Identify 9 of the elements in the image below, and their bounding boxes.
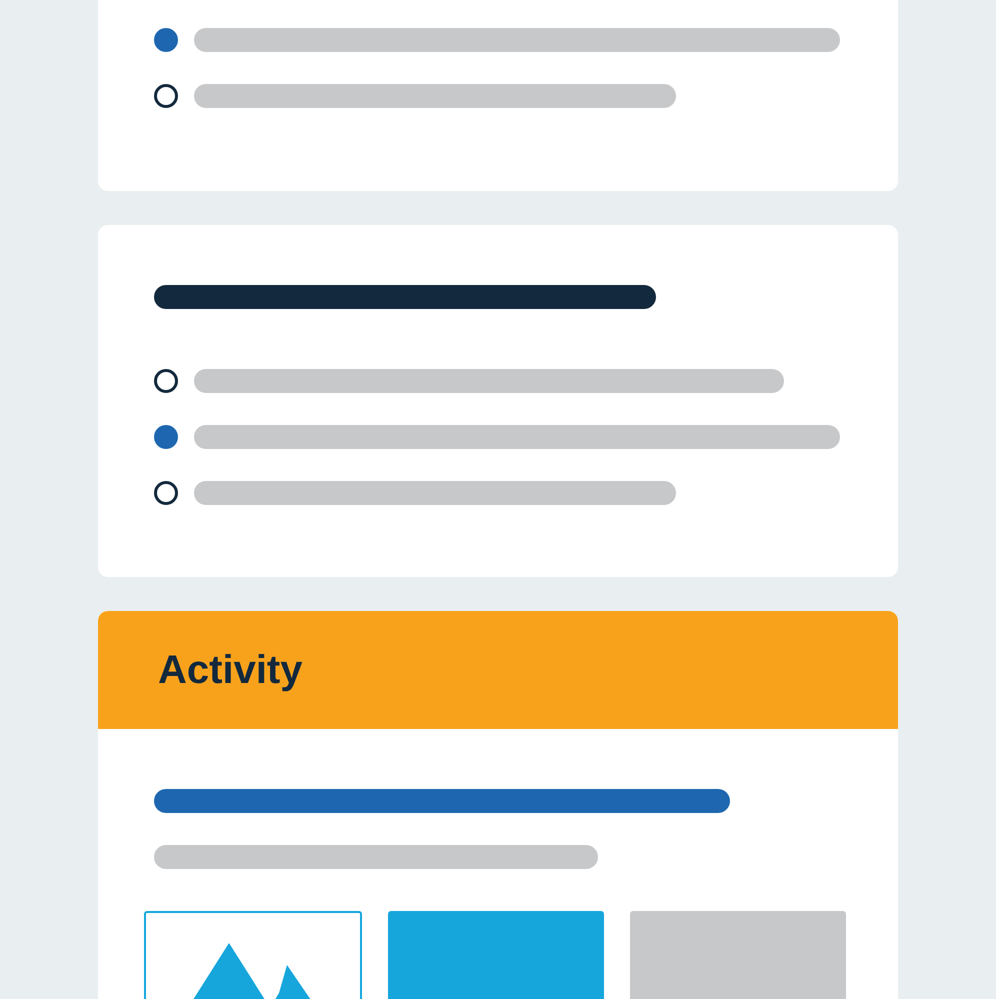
image-tile[interactable] [630, 911, 846, 999]
radio-button[interactable] [154, 369, 178, 393]
radio-button[interactable] [154, 28, 178, 52]
radio-button[interactable] [154, 425, 178, 449]
image-tile[interactable] [144, 911, 362, 999]
image-tile[interactable] [388, 911, 604, 999]
radio-button[interactable] [154, 84, 178, 108]
radio-button[interactable] [154, 481, 178, 505]
card-title: Activity [158, 647, 302, 694]
